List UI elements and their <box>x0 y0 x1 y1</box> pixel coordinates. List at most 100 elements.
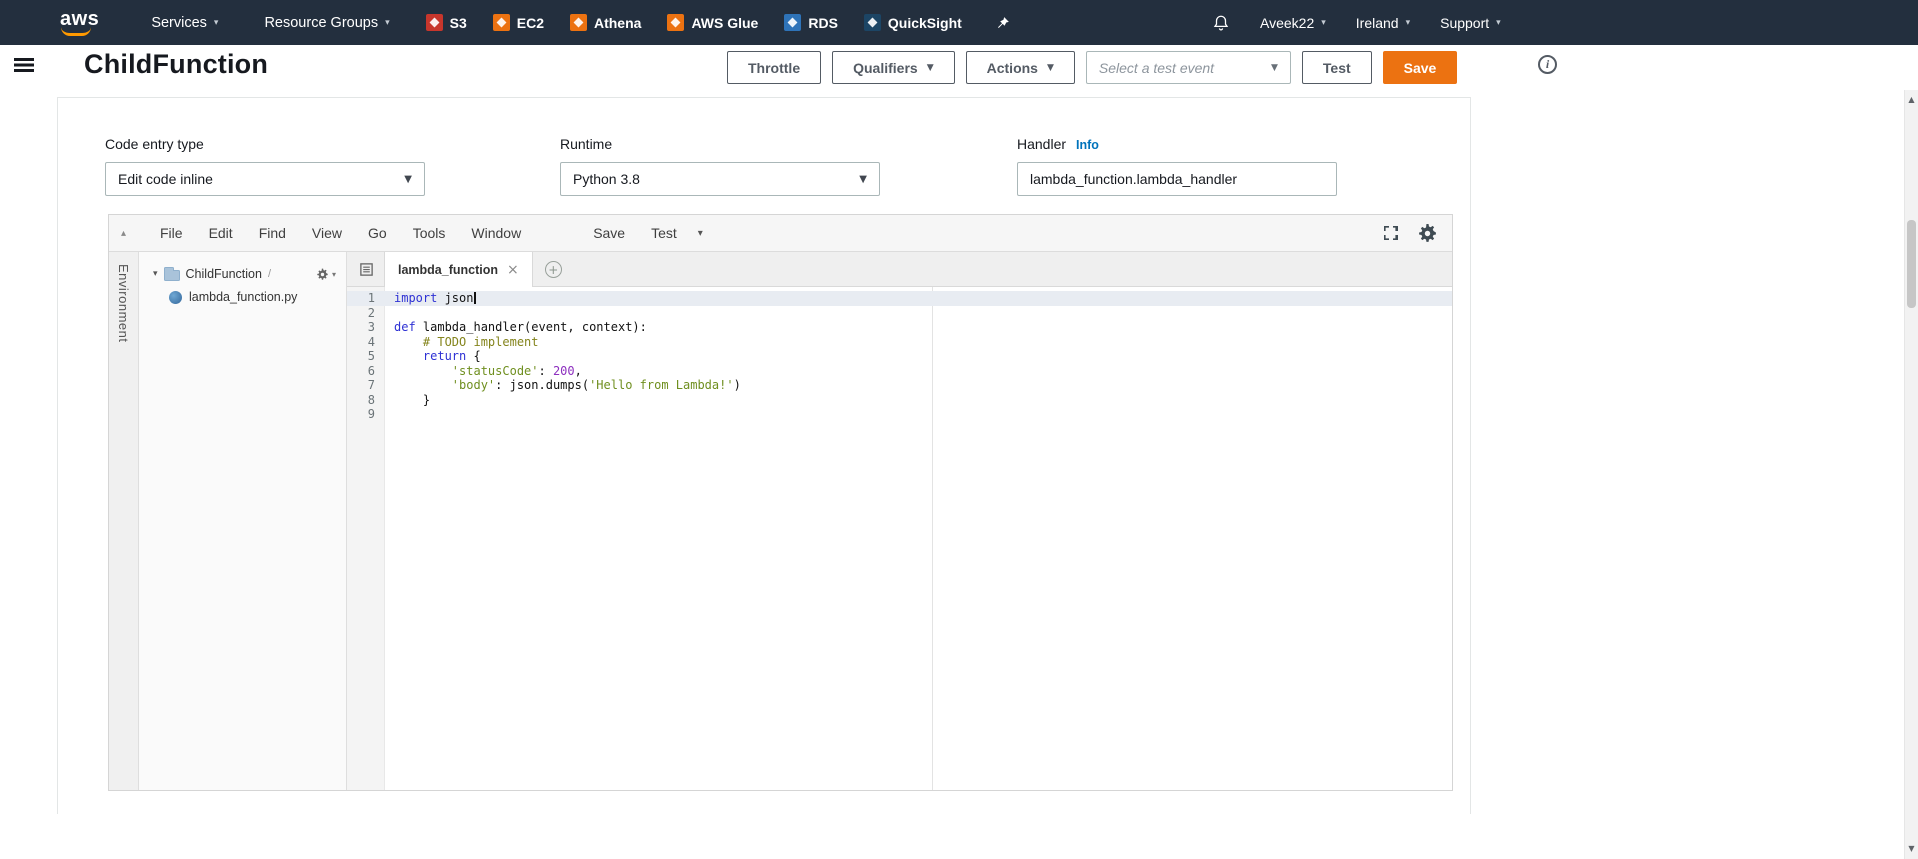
line-number: 2 <box>367 305 375 320</box>
nav-service-aws-glue[interactable]: AWS Glue <box>667 14 758 31</box>
code-area[interactable]: 1 import json 2 3 def lambda_handler(event, … <box>347 287 1452 790</box>
tree-folder-row[interactable]: ▾ ChildFunction / ▾ <box>139 262 346 286</box>
tree-file-row[interactable]: lambda_function.py <box>139 286 346 308</box>
pinned-services: S3 EC2 Athena AWS Glue RDS QuickSight <box>425 14 962 31</box>
quicksight-icon <box>863 14 881 31</box>
tab-list-icon[interactable] <box>359 262 374 286</box>
ec2-icon <box>492 14 510 31</box>
service-label: EC2 <box>516 14 544 31</box>
tree-settings-button[interactable]: ▾ <box>316 268 336 281</box>
nav-service-s3[interactable]: S3 <box>425 14 467 31</box>
actions-button[interactable]: Actions ▼ <box>965 51 1075 84</box>
collapse-panel-icon[interactable]: ▴ <box>121 228 147 239</box>
editor-menu-find[interactable]: Find <box>246 225 299 241</box>
service-glyph <box>429 17 440 28</box>
code-lines: 1 import json 2 3 def lambda_handler(event, … <box>347 291 1452 422</box>
scrollbar-thumb[interactable] <box>1907 220 1916 308</box>
code-text: 'statusCode': 200, <box>451 363 582 378</box>
test-label: Test <box>1322 59 1351 76</box>
qualifiers-button[interactable]: Qualifiers ▼ <box>832 51 955 84</box>
environment-tab[interactable]: Environment <box>116 264 131 790</box>
code-text: 'body': json.dumps('Hello from Lambda!') <box>451 378 741 392</box>
aws-glue-icon <box>667 14 685 31</box>
handler-info-link[interactable]: Info <box>1076 138 1099 152</box>
code-editor: ▴ File Edit Find View Go Tools Window Save Tes… <box>108 214 1453 791</box>
tab-label: lambda_function <box>398 262 499 277</box>
text-cursor <box>474 292 476 304</box>
editor-menubar: ▴ File Edit Find View Go Tools Window Save Tes… <box>109 215 1452 252</box>
code-line: 9 <box>347 407 1452 422</box>
editor-menu-tools[interactable]: Tools <box>400 225 459 241</box>
code-pane: lambda_function × + 1 import json 2 3 def la… <box>347 252 1452 790</box>
service-label: Athena <box>593 14 642 31</box>
editor-menu-view[interactable]: View <box>299 225 355 241</box>
chevron-down-icon: ▾ <box>213 17 219 28</box>
test-dropdown-caret-icon[interactable]: ▾ <box>698 228 703 239</box>
test-event-select[interactable]: Select a test event ▼ <box>1085 51 1291 84</box>
code-line: 8 } <box>347 393 1452 408</box>
region-menu[interactable]: Ireland ▾ <box>1356 15 1410 31</box>
nav-service-athena[interactable]: Athena <box>569 14 642 31</box>
scroll-up-arrow-icon[interactable]: ▲ <box>1905 93 1918 107</box>
editor-body: Environment ▾ ChildFunction / ▾ lambda_f… <box>109 252 1452 790</box>
service-label: S3 <box>449 14 467 31</box>
line-number: 1 <box>367 291 375 305</box>
caret-down-icon: ▼ <box>1270 62 1278 73</box>
editor-save-action[interactable]: Save <box>580 225 638 241</box>
editor-menu-window[interactable]: Window <box>458 225 534 241</box>
hamburger-menu-icon[interactable] <box>14 58 34 72</box>
nav-menu-resource-groups[interactable]: Resource Groups ▾ <box>264 15 389 31</box>
save-label: Save <box>1403 59 1437 76</box>
line-number: 3 <box>367 320 375 334</box>
pushpin-icon <box>997 16 1009 28</box>
fullscreen-expand-icon[interactable] <box>1383 225 1399 241</box>
caret-down-icon: ▼ <box>1046 62 1054 73</box>
tab-lambda-function[interactable]: lambda_function × <box>384 252 533 287</box>
nav-service-quicksight[interactable]: QuickSight <box>863 14 962 31</box>
code-text: # TODO implement <box>394 334 539 349</box>
nav-right-group: Aveek22 ▾ Ireland ▾ Support ▾ <box>1212 0 1501 45</box>
caret-down-icon: ▼ <box>926 62 934 73</box>
account-name: Aveek22 <box>1260 14 1315 31</box>
code-line: 1 import json <box>347 291 1452 306</box>
info-letter: i <box>1545 57 1550 71</box>
scroll-down-arrow-icon[interactable]: ▼ <box>1905 842 1918 856</box>
test-button[interactable]: Test <box>1301 51 1372 84</box>
path-separator: / <box>267 268 272 280</box>
settings-gear-icon[interactable] <box>1417 223 1438 244</box>
runtime-label: Runtime <box>560 136 613 152</box>
service-glyph <box>787 17 798 28</box>
service-label: QuickSight <box>887 14 962 31</box>
code-entry-type-select[interactable]: Edit code inline ▼ <box>105 162 425 196</box>
function-code-card: Code entry type Edit code inline ▼ Runti… <box>57 97 1471 814</box>
pin-icon[interactable] <box>996 16 1010 30</box>
throttle-button[interactable]: Throttle <box>727 51 822 84</box>
info-icon[interactable]: i <box>1538 55 1557 74</box>
header-actions: Throttle Qualifiers ▼ Actions ▼ Select a… <box>727 51 1458 84</box>
support-menu[interactable]: Support ▾ <box>1440 15 1501 31</box>
line-number: 7 <box>367 378 375 392</box>
nav-service-rds[interactable]: RDS <box>784 14 838 31</box>
code-text: return { <box>422 349 481 363</box>
close-icon[interactable]: × <box>507 262 519 278</box>
page-title: ChildFunction <box>84 49 269 79</box>
nav-menu-services[interactable]: Services ▾ <box>151 15 218 31</box>
account-menu[interactable]: Aveek22 ▾ <box>1260 15 1326 31</box>
nav-service-ec2[interactable]: EC2 <box>492 14 544 31</box>
save-button[interactable]: Save <box>1382 51 1458 84</box>
region-name: Ireland <box>1355 14 1399 31</box>
new-tab-plus-icon[interactable]: + <box>544 261 562 278</box>
python-file-icon <box>169 290 182 304</box>
handler-input[interactable] <box>1017 162 1337 196</box>
editor-menu-file[interactable]: File <box>147 225 196 241</box>
tree-expand-caret-icon[interactable]: ▾ <box>153 269 158 279</box>
editor-menu-go[interactable]: Go <box>355 225 400 241</box>
notifications-bell-icon[interactable] <box>1212 14 1230 32</box>
editor-test-action[interactable]: Test <box>638 225 690 241</box>
chevron-down-icon: ▾ <box>1321 17 1326 28</box>
vertical-scrollbar[interactable]: ▲ ▼ <box>1904 90 1918 859</box>
aws-logo[interactable]: aws <box>60 9 99 37</box>
editor-menu-edit[interactable]: Edit <box>196 225 246 241</box>
runtime-select[interactable]: Python 3.8 ▼ <box>560 162 880 196</box>
